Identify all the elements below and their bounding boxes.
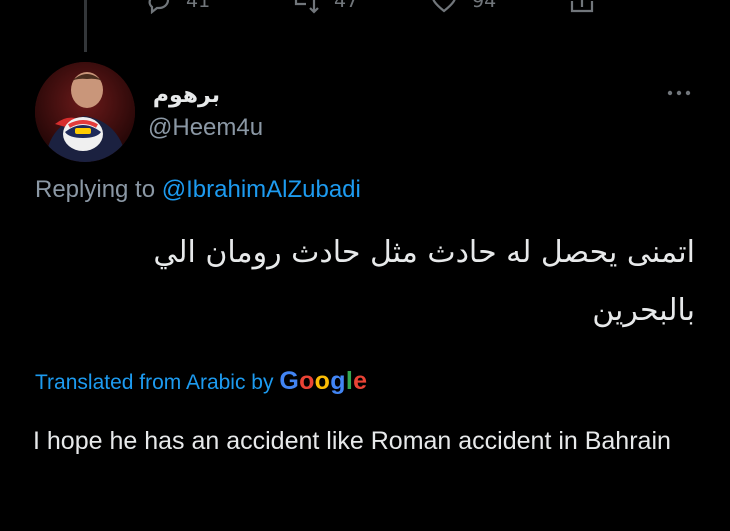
- replying-to-line: Replying to @IbrahimAlZubadi: [35, 172, 361, 208]
- heart-icon: [430, 0, 458, 14]
- like-count: 94: [472, 0, 497, 12]
- google-logo-letter: l: [345, 367, 354, 395]
- thread-connector-line: [84, 0, 87, 52]
- like-button[interactable]: 94: [430, 0, 496, 16]
- google-logo-letter: o: [299, 367, 315, 395]
- retweet-count: 47: [334, 0, 359, 12]
- reply-count: 41: [186, 0, 211, 12]
- avatar[interactable]: [35, 62, 135, 162]
- replying-to-mention[interactable]: @IbrahimAlZubadi: [162, 176, 361, 203]
- translated-from-line[interactable]: Translated from Arabic by Google: [35, 364, 367, 400]
- more-dots-icon: [667, 90, 691, 96]
- translated-tweet-text: I hope he has an accident like Roman acc…: [33, 427, 671, 455]
- replying-to-label: Replying to: [35, 176, 162, 203]
- translated-from-label: Translated from Arabic by: [35, 371, 280, 394]
- retweet-icon: [290, 0, 320, 14]
- more-options-button[interactable]: [664, 84, 694, 102]
- retweet-button[interactable]: 47: [290, 0, 358, 16]
- comment-icon: [146, 0, 172, 14]
- google-logo-letter: g: [330, 367, 346, 395]
- avatar-image: [35, 62, 135, 162]
- display-name[interactable]: برهوم: [150, 80, 220, 112]
- share-icon: [568, 0, 596, 15]
- google-logo-letter: o: [314, 367, 331, 395]
- google-logo-letter: e: [353, 367, 368, 395]
- tweet-action-bar: 41 47 94: [0, 0, 730, 16]
- share-button[interactable]: [568, 0, 596, 16]
- google-logo: Google: [279, 367, 367, 395]
- tweet-text: اتمنى يحصل له حادث مثل حادث رومان الي با…: [153, 235, 695, 328]
- google-logo-letter: G: [279, 367, 300, 395]
- reply-button[interactable]: 41: [146, 0, 210, 16]
- user-handle[interactable]: @Heem4u: [148, 112, 263, 144]
